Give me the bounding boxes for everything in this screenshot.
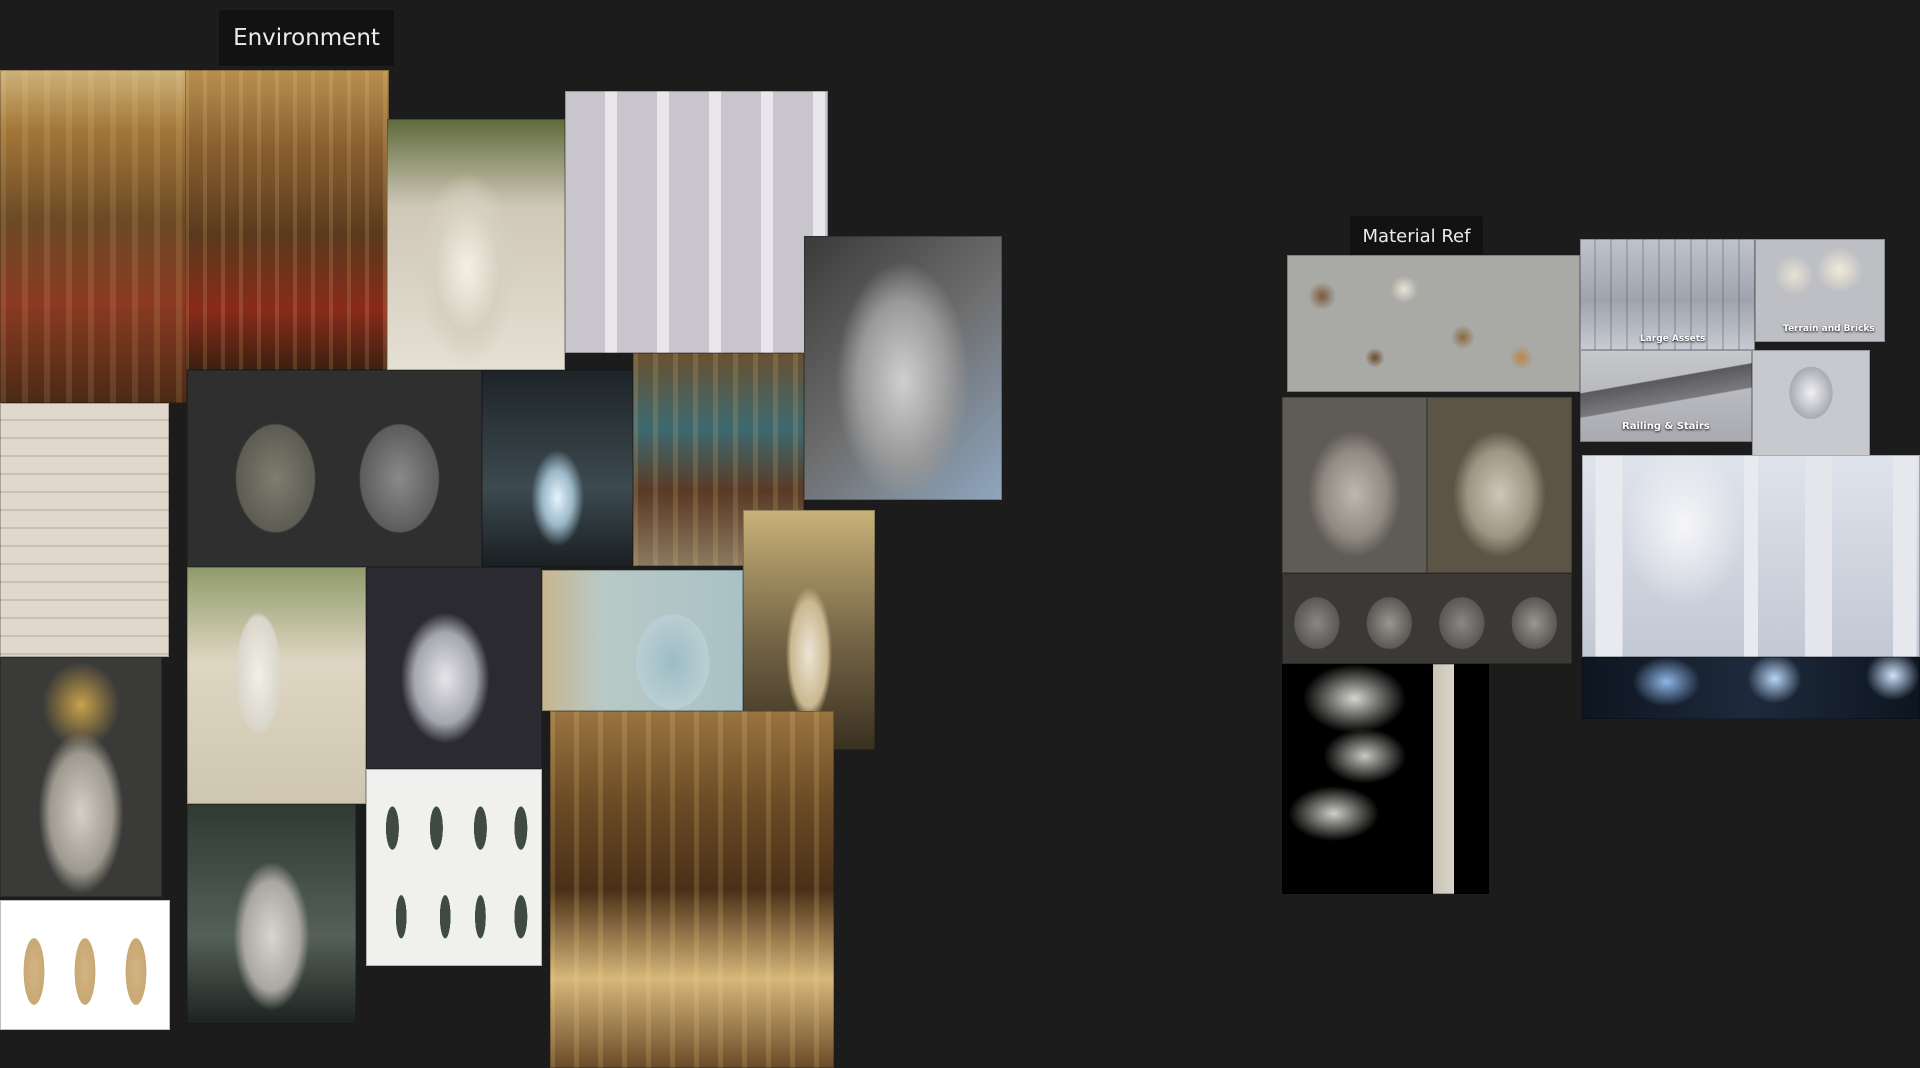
group-label-material-ref[interactable]: Material Ref	[1350, 216, 1483, 258]
image-railing-stairs-kit[interactable]: Railing & Stairs	[1580, 350, 1752, 442]
image-gilded-bar-hall[interactable]	[185, 70, 389, 370]
group-label-environment[interactable]: Environment	[219, 10, 394, 66]
image-dark-corridor-lighting[interactable]	[1582, 657, 1920, 719]
image-arch-niche-models[interactable]	[187, 370, 482, 567]
image-stone-face-closeup[interactable]	[1282, 397, 1427, 573]
image-three-statues[interactable]	[0, 900, 170, 1030]
image-gothic-niche-statue[interactable]	[0, 403, 169, 657]
image-terrain-bricks-kit[interactable]: Terrain and Bricks	[1755, 239, 1885, 342]
image-caption-terrain-bricks: Terrain and Bricks	[1783, 324, 1875, 334]
image-furniture-props-kit[interactable]	[1287, 255, 1580, 392]
image-caption-railing-stairs: Railing & Stairs	[1622, 421, 1710, 432]
image-marble-arch-ivy[interactable]	[387, 119, 565, 370]
image-hooded-heads-turnaround[interactable]	[1282, 573, 1572, 664]
image-long-dining-hall[interactable]	[550, 711, 834, 1068]
image-stone-crowned-face[interactable]	[1427, 397, 1572, 573]
image-ornate-gold-hall[interactable]	[0, 70, 187, 403]
image-white-arches-modular[interactable]	[1582, 455, 1920, 657]
image-mint-arches-interior[interactable]	[542, 570, 743, 711]
image-crowned-sculpt[interactable]	[366, 567, 542, 769]
image-relief-wall-lounge[interactable]	[565, 91, 828, 353]
image-glowing-shrine[interactable]	[482, 370, 633, 567]
image-large-assets-kit[interactable]: Large Assets	[1580, 239, 1755, 350]
image-ornament-column-kit[interactable]	[1282, 664, 1489, 894]
image-arch-piece[interactable]	[1752, 350, 1870, 457]
image-cemetery-statue[interactable]	[804, 236, 1002, 500]
image-caption-large-assets: Large Assets	[1640, 334, 1706, 344]
image-garden-niche-statue[interactable]	[187, 567, 366, 804]
image-veiled-statue-shrine[interactable]	[0, 657, 162, 897]
image-statue-sketch-sheet[interactable]	[366, 769, 542, 966]
image-cloaked-statue[interactable]	[187, 804, 356, 1024]
